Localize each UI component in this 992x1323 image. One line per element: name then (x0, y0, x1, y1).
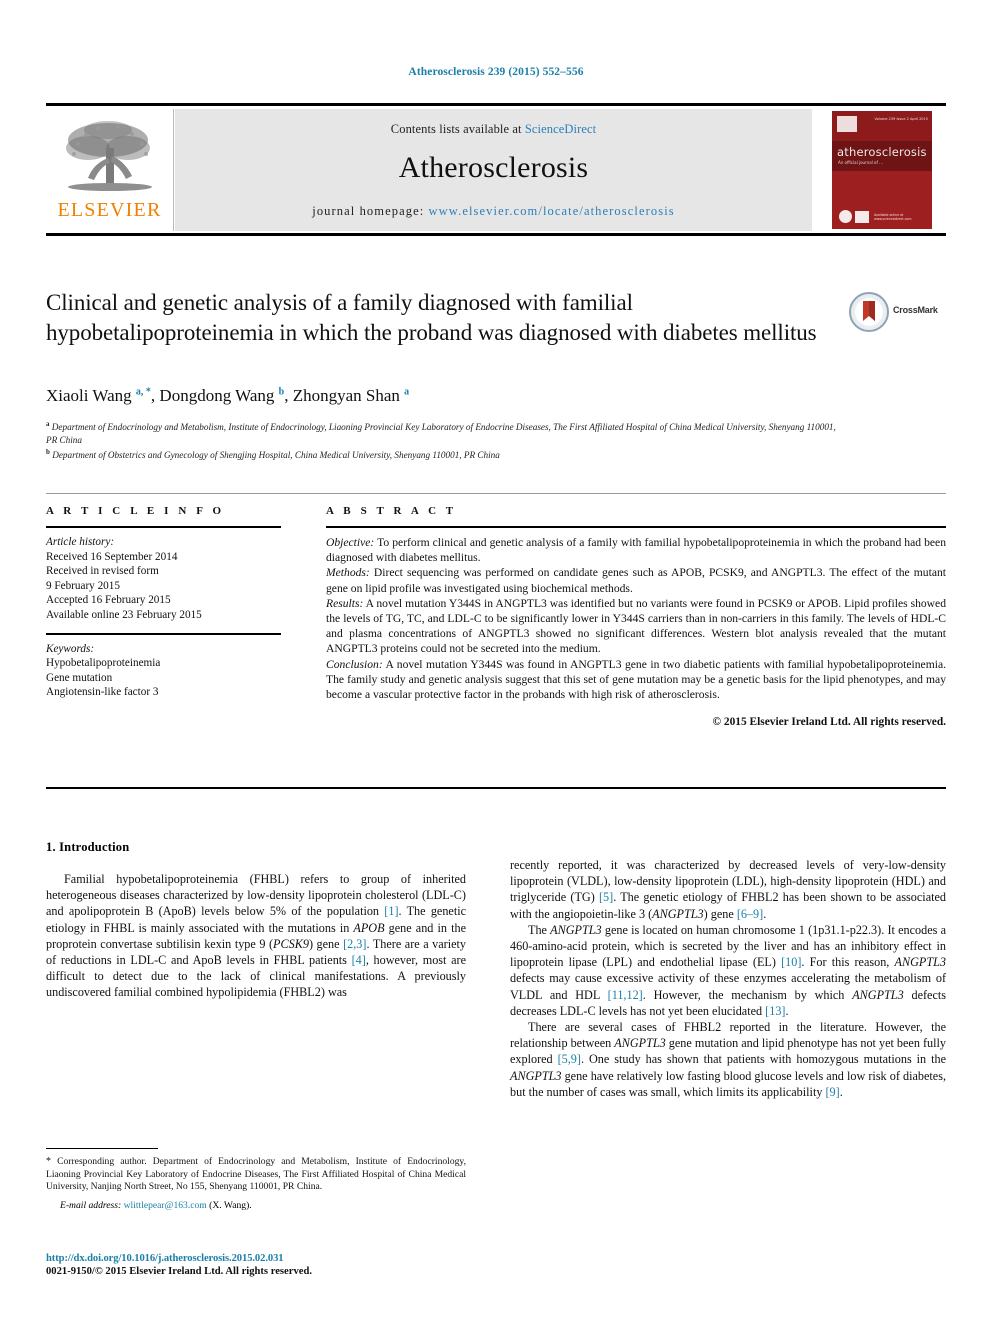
article-history-label: Article history: (46, 536, 115, 548)
affiliation-a: a Department of Endocrinology and Metabo… (46, 420, 836, 445)
abstract-objective-label: Objective: (326, 536, 375, 549)
keyword-0: Hypobetalipoproteinemia (46, 657, 161, 670)
abstract-rule (326, 526, 946, 528)
body-column-right: recently reported, it was characterized … (510, 857, 946, 1100)
abstract-conclusion-label: Conclusion: (326, 657, 383, 671)
crossmark-badge[interactable]: CrossMark (849, 292, 945, 334)
abstract-copyright: © 2015 Elsevier Ireland Ltd. All rights … (712, 716, 946, 729)
history-item-4: Available online 23 February 2015 (46, 608, 202, 621)
abstract-methods: Methods: Direct sequencing was performed… (326, 565, 946, 595)
email-link[interactable]: wlittlepear@163.com (124, 1200, 207, 1211)
affiliation-b-text: Department of Obstetrics and Gynecology … (52, 450, 500, 461)
journal-homepage-link[interactable]: www.elsevier.com/locate/atherosclerosis (429, 204, 675, 218)
crossmark-label: CrossMark (893, 305, 938, 315)
journal-homepage-line: journal homepage: www.elsevier.com/locat… (175, 204, 812, 219)
abstract-conclusion: Conclusion: A novel mutation Y344S was f… (326, 657, 946, 703)
author-list: Xiaoli Wang a, *, Dongdong Wang b, Zhong… (46, 386, 410, 405)
email-line: E-mail address: wlittlepear@163.com (X. … (46, 1200, 466, 1213)
cover-issue-text: Volume 239 Issue 2 April 2015 (874, 117, 928, 121)
contents-prefix: Contents lists available at (390, 122, 525, 136)
affiliation-b: b Department of Obstetrics and Gynecolog… (46, 448, 500, 461)
page-title: Clinical and genetic analysis of a famil… (46, 290, 817, 345)
cover-society-marks (839, 210, 869, 223)
body-column-left: 1. Introduction Familial hypobetalipopro… (46, 840, 466, 1001)
masthead-top-rule (46, 103, 946, 106)
issn-copyright-line: 0021-9150/© 2015 Elsevier Ireland Ltd. A… (46, 1266, 312, 1277)
cover-society-square-icon (855, 211, 869, 223)
abstract-results-label: Results: (326, 596, 364, 610)
introduction-paragraph-1: Familial hypobetalipoproteinemia (FHBL) … (46, 872, 467, 1000)
elsevier-tree-icon (65, 121, 152, 191)
masthead-bottom-rule (46, 233, 946, 236)
history-item-1: Received in revised form (46, 565, 159, 578)
contents-available-line: Contents lists available at ScienceDirec… (175, 109, 812, 137)
abstract-results-text: A novel mutation Y344S in ANGPTL3 was id… (326, 596, 946, 656)
info-section-top-rule (46, 493, 946, 494)
sciencedirect-link[interactable]: ScienceDirect (525, 122, 596, 136)
keywords-rule (46, 632, 281, 635)
homepage-prefix: journal homepage: (312, 204, 429, 218)
article-info-heading: A R T I C L E I N F O (46, 505, 225, 517)
abstract-body: Objective: To perform clinical and genet… (326, 535, 946, 730)
article-info-section: A R T I C L E I N F O Article history: R… (46, 505, 281, 700)
introduction-paragraph-3: There are several cases of FHBL2 reporte… (510, 1020, 946, 1099)
keywords-block: Keywords: Hypobetalipoproteinemia Gene m… (46, 642, 281, 700)
history-item-3: Accepted 16 February 2015 (46, 594, 171, 607)
keyword-1: Gene mutation (46, 671, 113, 684)
elsevier-logo: ELSEVIER (46, 109, 174, 231)
corresponding-author-footnote: * Corresponding author. Department of En… (46, 1148, 466, 1212)
affiliations: a Department of Endocrinology and Metabo… (46, 418, 846, 462)
masthead-center-panel: Contents lists available at ScienceDirec… (175, 109, 812, 231)
corresponding-author-text: * Corresponding author. Department of En… (46, 1156, 466, 1193)
abstract-methods-label: Methods: (326, 566, 370, 580)
cover-elsevier-mark-icon (837, 116, 857, 132)
crossmark-icon (849, 292, 889, 332)
cover-title: atherosclerosis (837, 145, 927, 159)
cover-footer-text: Available online at www.sciencedirect.co… (874, 213, 912, 221)
journal-masthead: ELSEVIER Contents lists available at Sci… (46, 103, 946, 236)
doi-block: http://dx.doi.org/10.1016/j.atherosclero… (46, 1253, 506, 1277)
email-suffix: (X. Wang). (206, 1199, 252, 1211)
history-item-2: 9 February 2015 (46, 579, 120, 592)
keywords-label: Keywords: (46, 642, 95, 655)
body-top-rule (46, 787, 946, 789)
introduction-paragraph-2: The ANGPTL3 gene is located on human chr… (510, 922, 947, 1018)
journal-name: Atherosclerosis (398, 151, 589, 184)
history-item-0: Received 16 September 2014 (46, 550, 178, 563)
abstract-results: Results: A novel mutation Y344S in ANGPT… (326, 596, 946, 657)
introduction-paragraph-1-continued: recently reported, it was characterized … (510, 858, 946, 921)
article-info-rule (46, 526, 281, 528)
title-block: Clinical and genetic analysis of a famil… (46, 288, 836, 348)
journal-citation-line: Atherosclerosis 239 (2015) 552–556 (408, 66, 584, 78)
paper-page: Atherosclerosis 239 (2015) 552–556 ELSEV… (0, 0, 992, 1323)
elsevier-wordmark: ELSEVIER (57, 199, 162, 221)
abstract-objective: Objective: To perform clinical and genet… (326, 535, 946, 565)
email-label: E-mail address: (60, 1199, 122, 1211)
abstract-heading: A B S T R A C T (326, 505, 457, 517)
abstract-section: A B S T R A C T Objective: To perform cl… (326, 505, 946, 730)
cover-art: Volume 239 Issue 2 April 2015 atheroscle… (832, 111, 932, 229)
abstract-conclusion-text: A novel mutation Y344S was found in ANGP… (326, 657, 946, 702)
keyword-2: Angiotensin-like factor 3 (46, 686, 159, 699)
introduction-heading: 1. Introduction (46, 840, 130, 854)
abstract-methods-text: Direct sequencing was performed on candi… (326, 566, 946, 595)
footnote-rule (46, 1148, 158, 1149)
cover-society-circle-icon (839, 210, 852, 223)
journal-cover-thumbnail: Volume 239 Issue 2 April 2015 atheroscle… (818, 109, 946, 231)
doi-link[interactable]: http://dx.doi.org/10.1016/j.atherosclero… (46, 1253, 506, 1264)
article-history-block: Article history: Received 16 September 2… (46, 535, 281, 623)
affiliation-a-text: Department of Endocrinology and Metaboli… (46, 422, 836, 445)
abstract-objective-text: To perform clinical and genetic analysis… (326, 536, 946, 565)
cover-subtitle: An official journal of ... (838, 160, 883, 165)
